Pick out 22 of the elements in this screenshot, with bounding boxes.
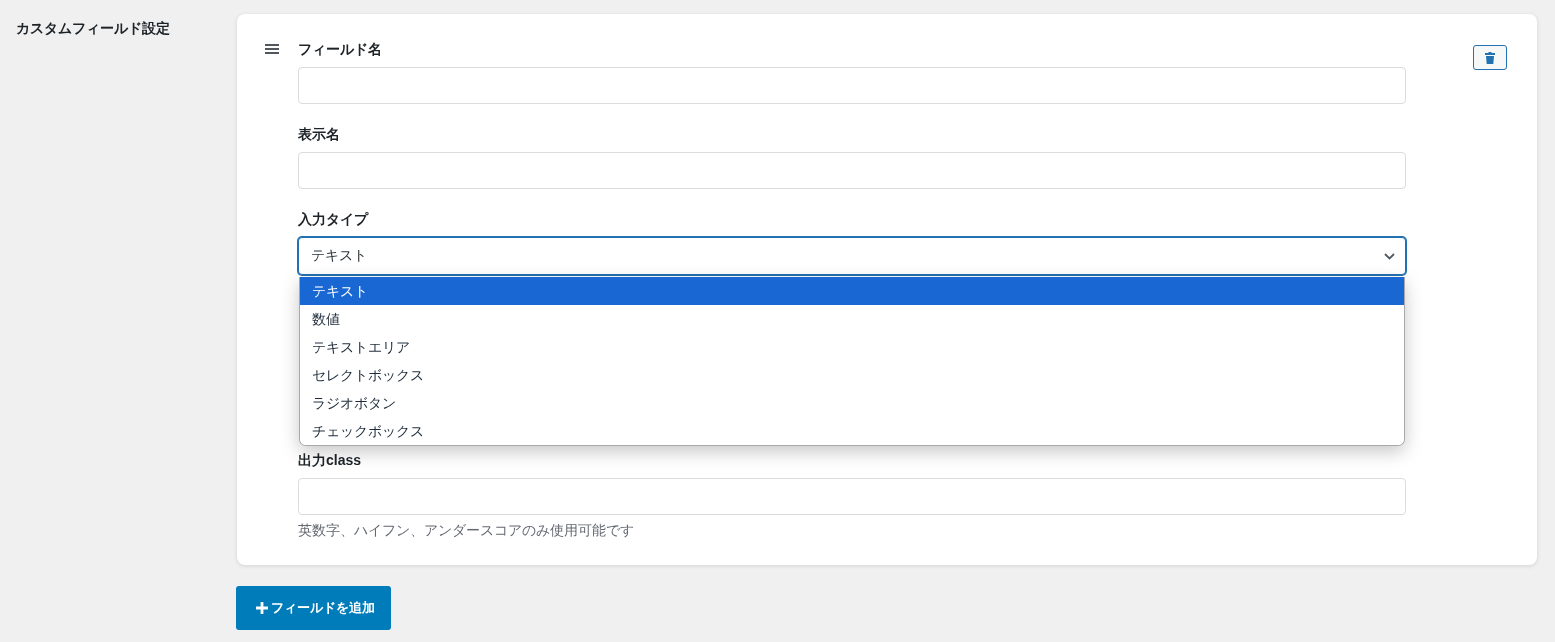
dropdown-option[interactable]: テキストエリア bbox=[300, 333, 1404, 361]
field-label: 入力タイプ bbox=[298, 210, 370, 229]
text-input[interactable] bbox=[298, 67, 1406, 104]
help-text: 英数字、ハイフン、アンダースコアのみ使用可能です bbox=[298, 521, 635, 540]
dropdown-option[interactable]: 数値 bbox=[300, 305, 1404, 333]
plus-icon bbox=[256, 602, 268, 614]
dropdown-option[interactable]: ラジオボタン bbox=[300, 389, 1404, 417]
drag-handle-icon[interactable] bbox=[265, 44, 279, 54]
delete-button[interactable] bbox=[1473, 45, 1507, 70]
text-input[interactable] bbox=[298, 478, 1406, 515]
field-label: フィールド名 bbox=[298, 40, 383, 59]
type-select[interactable]: テキスト bbox=[298, 237, 1406, 275]
text-input[interactable] bbox=[298, 152, 1406, 189]
field-label: 表示名 bbox=[298, 125, 341, 144]
section-title: カスタムフィールド設定 bbox=[16, 19, 171, 38]
field-label: 出力class bbox=[298, 451, 363, 470]
dropdown-option[interactable]: チェックボックス bbox=[300, 417, 1404, 445]
chevron-down-icon bbox=[1384, 252, 1395, 260]
trash-icon bbox=[1485, 51, 1495, 64]
dropdown-option[interactable]: テキスト bbox=[300, 277, 1404, 305]
add-field-button[interactable]: フィールドを追加 bbox=[236, 586, 391, 630]
dropdown-option[interactable]: セレクトボックス bbox=[300, 361, 1404, 389]
